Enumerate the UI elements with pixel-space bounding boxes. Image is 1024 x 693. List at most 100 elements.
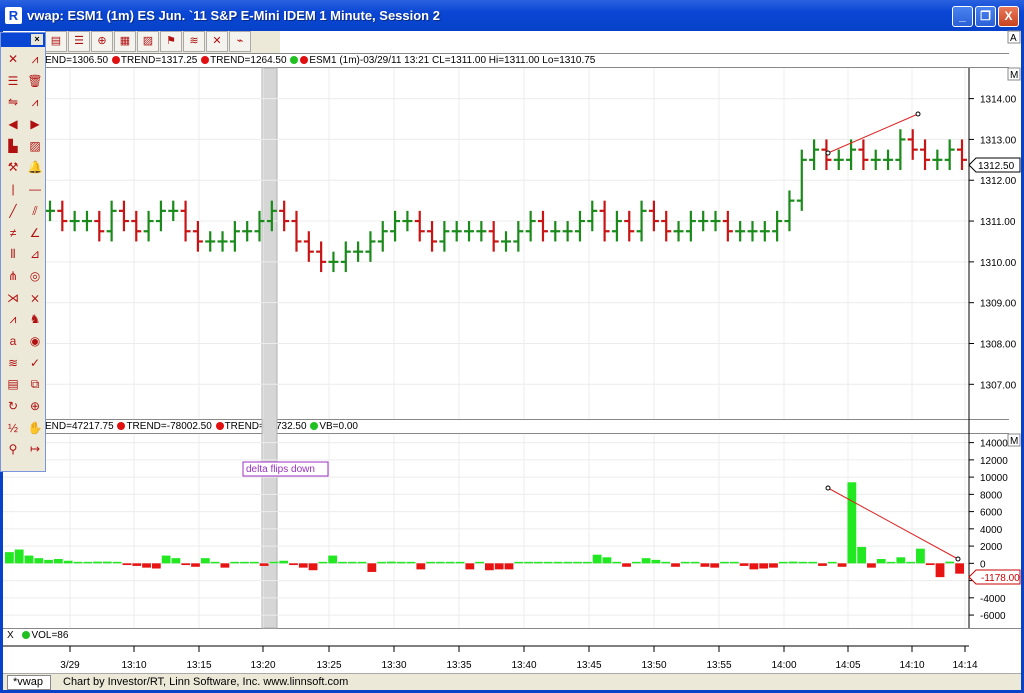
corner-label-a[interactable]: A	[1010, 33, 1017, 44]
parallel-icon[interactable]: ⫽	[24, 201, 46, 223]
xyz-delta-icon[interactable]: ⩘	[24, 49, 46, 71]
delta-bar	[563, 561, 573, 564]
price-tick-label: 1309.00	[980, 299, 1017, 310]
speed-icon[interactable]: ⩘	[2, 309, 24, 331]
delta-bar	[700, 563, 710, 567]
delta-bar	[867, 563, 876, 568]
time-tick-label: 13:10	[121, 660, 146, 671]
trendline-handle[interactable]	[915, 111, 921, 117]
price-tick-label: 1314.00	[980, 95, 1017, 106]
hand-icon[interactable]: ✋	[24, 418, 46, 440]
line-icon[interactable]: ╱	[2, 201, 24, 223]
delta-bar	[396, 561, 406, 564]
delta-bar	[573, 561, 582, 564]
search-icon[interactable]: ⚲	[2, 439, 24, 461]
vertical-line-icon[interactable]: |	[2, 179, 24, 201]
delta-bar	[181, 563, 191, 566]
gann-icon[interactable]: ⨯	[24, 288, 46, 310]
title-icon[interactable]: ≋	[2, 353, 24, 375]
delta-bar	[347, 561, 357, 564]
horizontal-line-icon[interactable]: —	[24, 179, 46, 201]
ibm-icon[interactable]: ✓	[24, 353, 46, 375]
target-icon[interactable]: ◉	[24, 331, 46, 353]
delta-bar	[191, 563, 200, 567]
andrews-icon[interactable]: ⋔	[2, 266, 24, 288]
delta-bar	[485, 563, 494, 571]
trendline-handle[interactable]	[955, 556, 961, 562]
refresh-icon[interactable]: ↻	[2, 396, 24, 418]
delta-bar	[533, 561, 543, 564]
delta-bar	[426, 561, 436, 564]
delta-bar	[73, 561, 83, 564]
price-trendline[interactable]	[827, 113, 919, 154]
text-icon[interactable]: a	[2, 331, 24, 353]
spiral-icon[interactable]: ◎	[24, 266, 46, 288]
cursor-highlight-band	[261, 67, 278, 629]
chart-tab[interactable]: *vwap	[7, 675, 51, 690]
time-tick-label: 13:40	[511, 660, 536, 671]
cycle-icon[interactable]: ⋊	[2, 288, 24, 310]
right-arrow-icon[interactable]: ▶	[24, 114, 46, 136]
time-tick-label: 13:30	[381, 660, 406, 671]
note-icon[interactable]: ▤	[2, 374, 24, 396]
delta-bar	[367, 563, 377, 572]
palette-close-button[interactable]: ×	[31, 34, 43, 45]
range-icon[interactable]: ↦	[24, 439, 46, 461]
angle-icon[interactable]: ∠	[24, 223, 46, 245]
delta-bar	[5, 552, 14, 564]
tools-icon[interactable]: ⚒	[2, 157, 24, 179]
chart-canvas[interactable]: 1314.00 1313.00 1312.00 1311.00 1310.00 1309.…	[0, 0, 1024, 693]
delta-bar	[318, 561, 328, 564]
drawing-palette: × ✕ ⩘ ☰ 🗑 ⇋ ⩘ ◀ ▶ ▙ ▨ ⚒ 🔔 | — ╱ ⫽ ≠ ∠ ⦀ ⊿ ⋔ ◎ ⋊ ⨯ ⩘ ♞ a ◉ ≋ ✓ ▤ ⧉ ↻ ⊕ ½ ✋ ⚲ ↦	[0, 32, 46, 472]
delta-bar	[44, 559, 53, 564]
pitchfork-icon[interactable]: ♞	[24, 309, 46, 331]
delta-bar	[818, 563, 827, 566]
delta-bar	[671, 563, 680, 567]
delta-bar	[641, 558, 651, 564]
left-arrow-icon[interactable]: ◀	[2, 114, 24, 136]
status-bar: *vwap Chart by Investor/RT, Linn Softwar…	[3, 673, 1021, 690]
palette-tools: ✕ ⩘ ☰ 🗑 ⇋ ⩘ ◀ ▶ ▙ ▨ ⚒ 🔔 | — ╱ ⫽ ≠ ∠ ⦀ ⊿ ⋔ ◎ ⋊ ⨯ ⩘ ♞ a ◉ ≋ ✓ ▤ ⧉ ↻ ⊕ ½ ✋ ⚲ ↦	[1, 47, 45, 461]
time-tick-label: 13:25	[316, 660, 341, 671]
delta-bar	[612, 561, 622, 564]
chart2-icon[interactable]: ▨	[24, 136, 46, 158]
delta-bar	[269, 561, 279, 564]
list-icon[interactable]: ☰	[2, 71, 24, 93]
fib-icon[interactable]: ⦀	[2, 244, 24, 266]
bell-icon[interactable]: 🔔	[24, 157, 46, 179]
delta-bar	[798, 561, 808, 564]
last-delta-label: -1178.00	[981, 573, 1020, 584]
delta-bar	[83, 561, 93, 564]
corner-label-m[interactable]: M	[1010, 70, 1018, 81]
trendline-handle[interactable]	[825, 485, 831, 491]
delta-bar	[857, 546, 867, 564]
delta-bar	[455, 561, 465, 564]
trendline-handle[interactable]	[825, 150, 831, 156]
delta-bar	[53, 559, 63, 564]
delta-grid	[3, 442, 969, 616]
time-tick-label: 13:50	[641, 660, 666, 671]
ve-icon[interactable]: ½	[2, 418, 24, 440]
delta-bar	[788, 561, 798, 564]
delta-bar	[739, 563, 749, 566]
delta-bar	[602, 557, 612, 564]
time-tick-label: 14:10	[899, 660, 924, 671]
copy-icon[interactable]: ⧉	[24, 374, 46, 396]
zoom-icon[interactable]: ⊕	[24, 396, 46, 418]
delta-corner-label[interactable]: M	[1010, 436, 1018, 447]
bars-icon[interactable]: ▙	[2, 136, 24, 158]
swap-icon[interactable]: ⇋	[2, 92, 24, 114]
xyz-icon[interactable]: ✕	[2, 49, 24, 71]
delta-tick-label: 0	[980, 559, 986, 570]
xyz2-icon[interactable]: ⩘	[24, 92, 46, 114]
trash-icon[interactable]: 🗑	[24, 71, 46, 93]
delta-bar	[230, 561, 240, 564]
delta-annotation[interactable]: delta flips down	[246, 464, 315, 475]
delta-bar	[553, 561, 563, 564]
channel-icon[interactable]: ≠	[2, 223, 24, 245]
delta-bar	[837, 563, 847, 567]
delta-bar	[916, 548, 925, 564]
fan-icon[interactable]: ⊿	[24, 244, 46, 266]
delta-bar	[729, 561, 739, 564]
delta-bar	[661, 561, 671, 564]
